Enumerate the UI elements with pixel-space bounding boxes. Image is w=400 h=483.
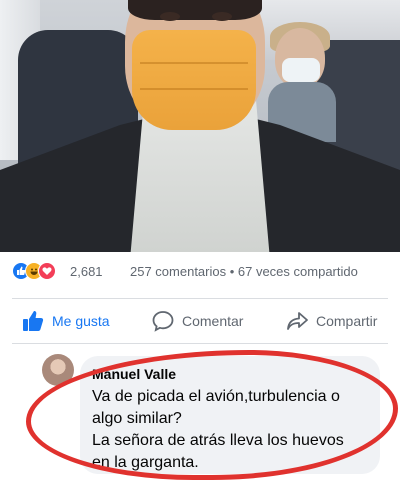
share-arrow-icon (287, 312, 308, 330)
divider (12, 343, 388, 344)
comment-line: algo similar? (92, 410, 182, 427)
man-eye-left (160, 12, 180, 21)
avatar[interactable] (42, 354, 74, 386)
background-person-mask (282, 58, 320, 82)
comments-shares-summary[interactable]: 257 comentarios • 67 veces compartido (130, 264, 358, 279)
thumbs-up-icon (23, 311, 44, 331)
like-button[interactable]: Me gusta (22, 300, 110, 342)
reaction-icons[interactable] (12, 262, 72, 282)
man-eye-right (212, 12, 232, 21)
orange-face-mask (132, 30, 256, 130)
mask-fold (140, 88, 248, 90)
divider (12, 298, 388, 299)
comment-line: Va de picada el avión,turbulencia o (92, 388, 340, 405)
post-action-bar: Me gusta Comentar Compartir (0, 300, 400, 342)
comment-text: Va de picada el avión,turbulencia o algo… (92, 386, 372, 474)
share-button[interactable]: Compartir (286, 300, 377, 342)
love-reaction-icon (38, 262, 56, 280)
comment-line: La señora de atrás lleva los huevos (92, 432, 344, 449)
comment-bubble-icon (152, 311, 174, 332)
share-button-label: Compartir (316, 313, 378, 329)
post-photo[interactable] (0, 0, 400, 252)
comment-author-name[interactable]: Manuel Valle (92, 366, 176, 382)
comment-line: en la garganta. (92, 454, 199, 471)
comment-button-label: Comentar (182, 313, 244, 329)
comment-button[interactable]: Comentar (152, 300, 243, 342)
mask-fold (140, 62, 248, 64)
reactions-bar: 2,681 257 comentarios • 67 veces compart… (0, 256, 400, 286)
reaction-count[interactable]: 2,681 (70, 264, 103, 279)
man-hair (128, 0, 262, 20)
like-button-label: Me gusta (52, 313, 110, 329)
